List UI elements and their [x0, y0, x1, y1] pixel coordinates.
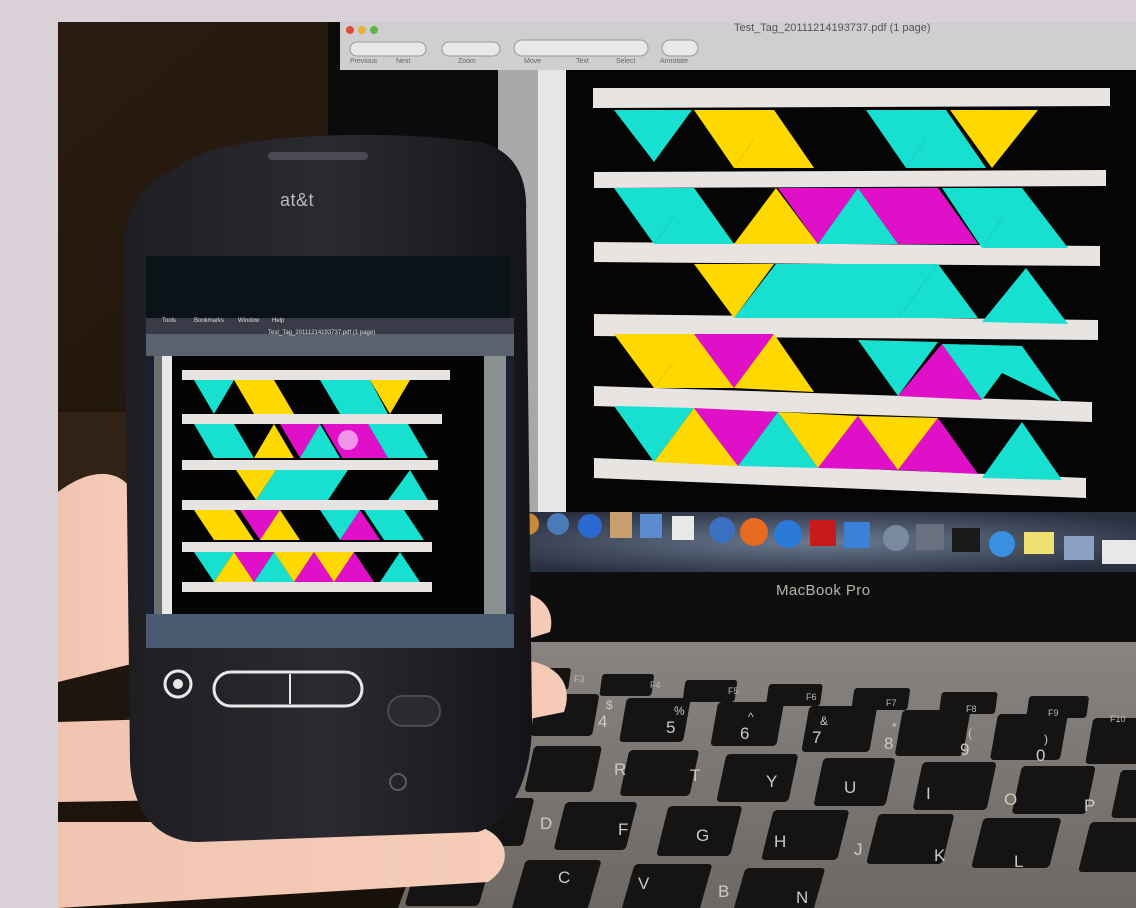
phone-window-title: Test_Tag_20111214193737.pdf (1 page)	[268, 330, 376, 336]
key-f7: F7	[886, 698, 897, 708]
key-c: C	[558, 868, 571, 887]
toolbar-previous-label: Previous	[350, 58, 378, 65]
toolbar-text-label: Text	[576, 58, 589, 65]
key-g: G	[696, 826, 710, 845]
key-f5: F5	[728, 686, 739, 696]
key-l: L	[1014, 852, 1024, 871]
key-f10: F10	[1110, 714, 1126, 724]
key-h: H	[774, 832, 787, 851]
screen-glare	[338, 430, 358, 450]
phone-menu-window: Window	[238, 318, 260, 324]
key-k: K	[934, 846, 946, 865]
toolbar-select-label: Select	[616, 58, 636, 65]
key-8: 8	[884, 734, 894, 753]
key-r: R	[614, 760, 627, 779]
phone-menu-tools: Tools	[162, 318, 177, 324]
key-f6: F6	[806, 692, 817, 702]
key-y: Y	[766, 772, 778, 791]
key-0: 0	[1036, 746, 1046, 765]
toolbar-zoom-label: Zoom	[458, 58, 476, 65]
key-6: 6	[740, 724, 750, 743]
key-5: 5	[666, 718, 676, 737]
key-6-shift: ^	[748, 710, 754, 724]
toolbar-move-label: Move	[524, 58, 542, 65]
laptop-window-title: Test_Tag_20111214193737.pdf (1 page)	[734, 22, 931, 34]
photo: Test_Tag_20111214193737.pdf (1 page) Pre…	[58, 22, 1136, 908]
zoom-button[interactable]	[441, 41, 501, 57]
key-p: P	[1084, 796, 1096, 815]
key-7-shift: &	[820, 714, 829, 728]
key-n: N	[796, 888, 809, 907]
key-f9: F9	[1048, 708, 1059, 718]
key-8-shift: *	[892, 720, 897, 734]
key-4: 4	[598, 712, 608, 731]
key-7: 7	[812, 728, 822, 747]
key-f4: F4	[650, 680, 661, 690]
toolbar-annotate-label: Annotate	[660, 58, 689, 65]
photo-scene	[58, 22, 1136, 908]
key-b: B	[718, 882, 730, 901]
macbook-label: MacBook Pro	[776, 582, 871, 599]
key-i: I	[926, 784, 931, 803]
carrier-logo: at&t	[280, 190, 315, 210]
phone-camera-button[interactable]	[387, 695, 441, 727]
phone-menu-bookmarks: Bookmarks	[194, 318, 225, 324]
phone-speaker	[268, 152, 368, 160]
phone	[124, 134, 532, 842]
key-j: J	[854, 840, 863, 859]
key-t: T	[690, 766, 701, 785]
key-0-shift: )	[1044, 732, 1048, 746]
key-4-shift: $	[606, 698, 613, 712]
key-9: 9	[960, 740, 970, 759]
key-d: D	[540, 814, 553, 833]
phone-menu-help: Help	[272, 318, 285, 324]
annotate-button[interactable]	[661, 39, 699, 57]
key-f8: F8	[966, 704, 977, 714]
prev-next-button[interactable]	[349, 41, 427, 57]
key-f: F	[618, 820, 629, 839]
key-5-shift: %	[674, 704, 685, 718]
key-u: U	[844, 778, 857, 797]
toolbar-next-label: Next	[396, 58, 411, 65]
key-o: O	[1004, 790, 1018, 809]
key-9-shift: (	[968, 726, 972, 740]
key-v: V	[638, 874, 650, 893]
tool-selector[interactable]	[513, 39, 649, 57]
key-f3: F3	[574, 674, 585, 684]
